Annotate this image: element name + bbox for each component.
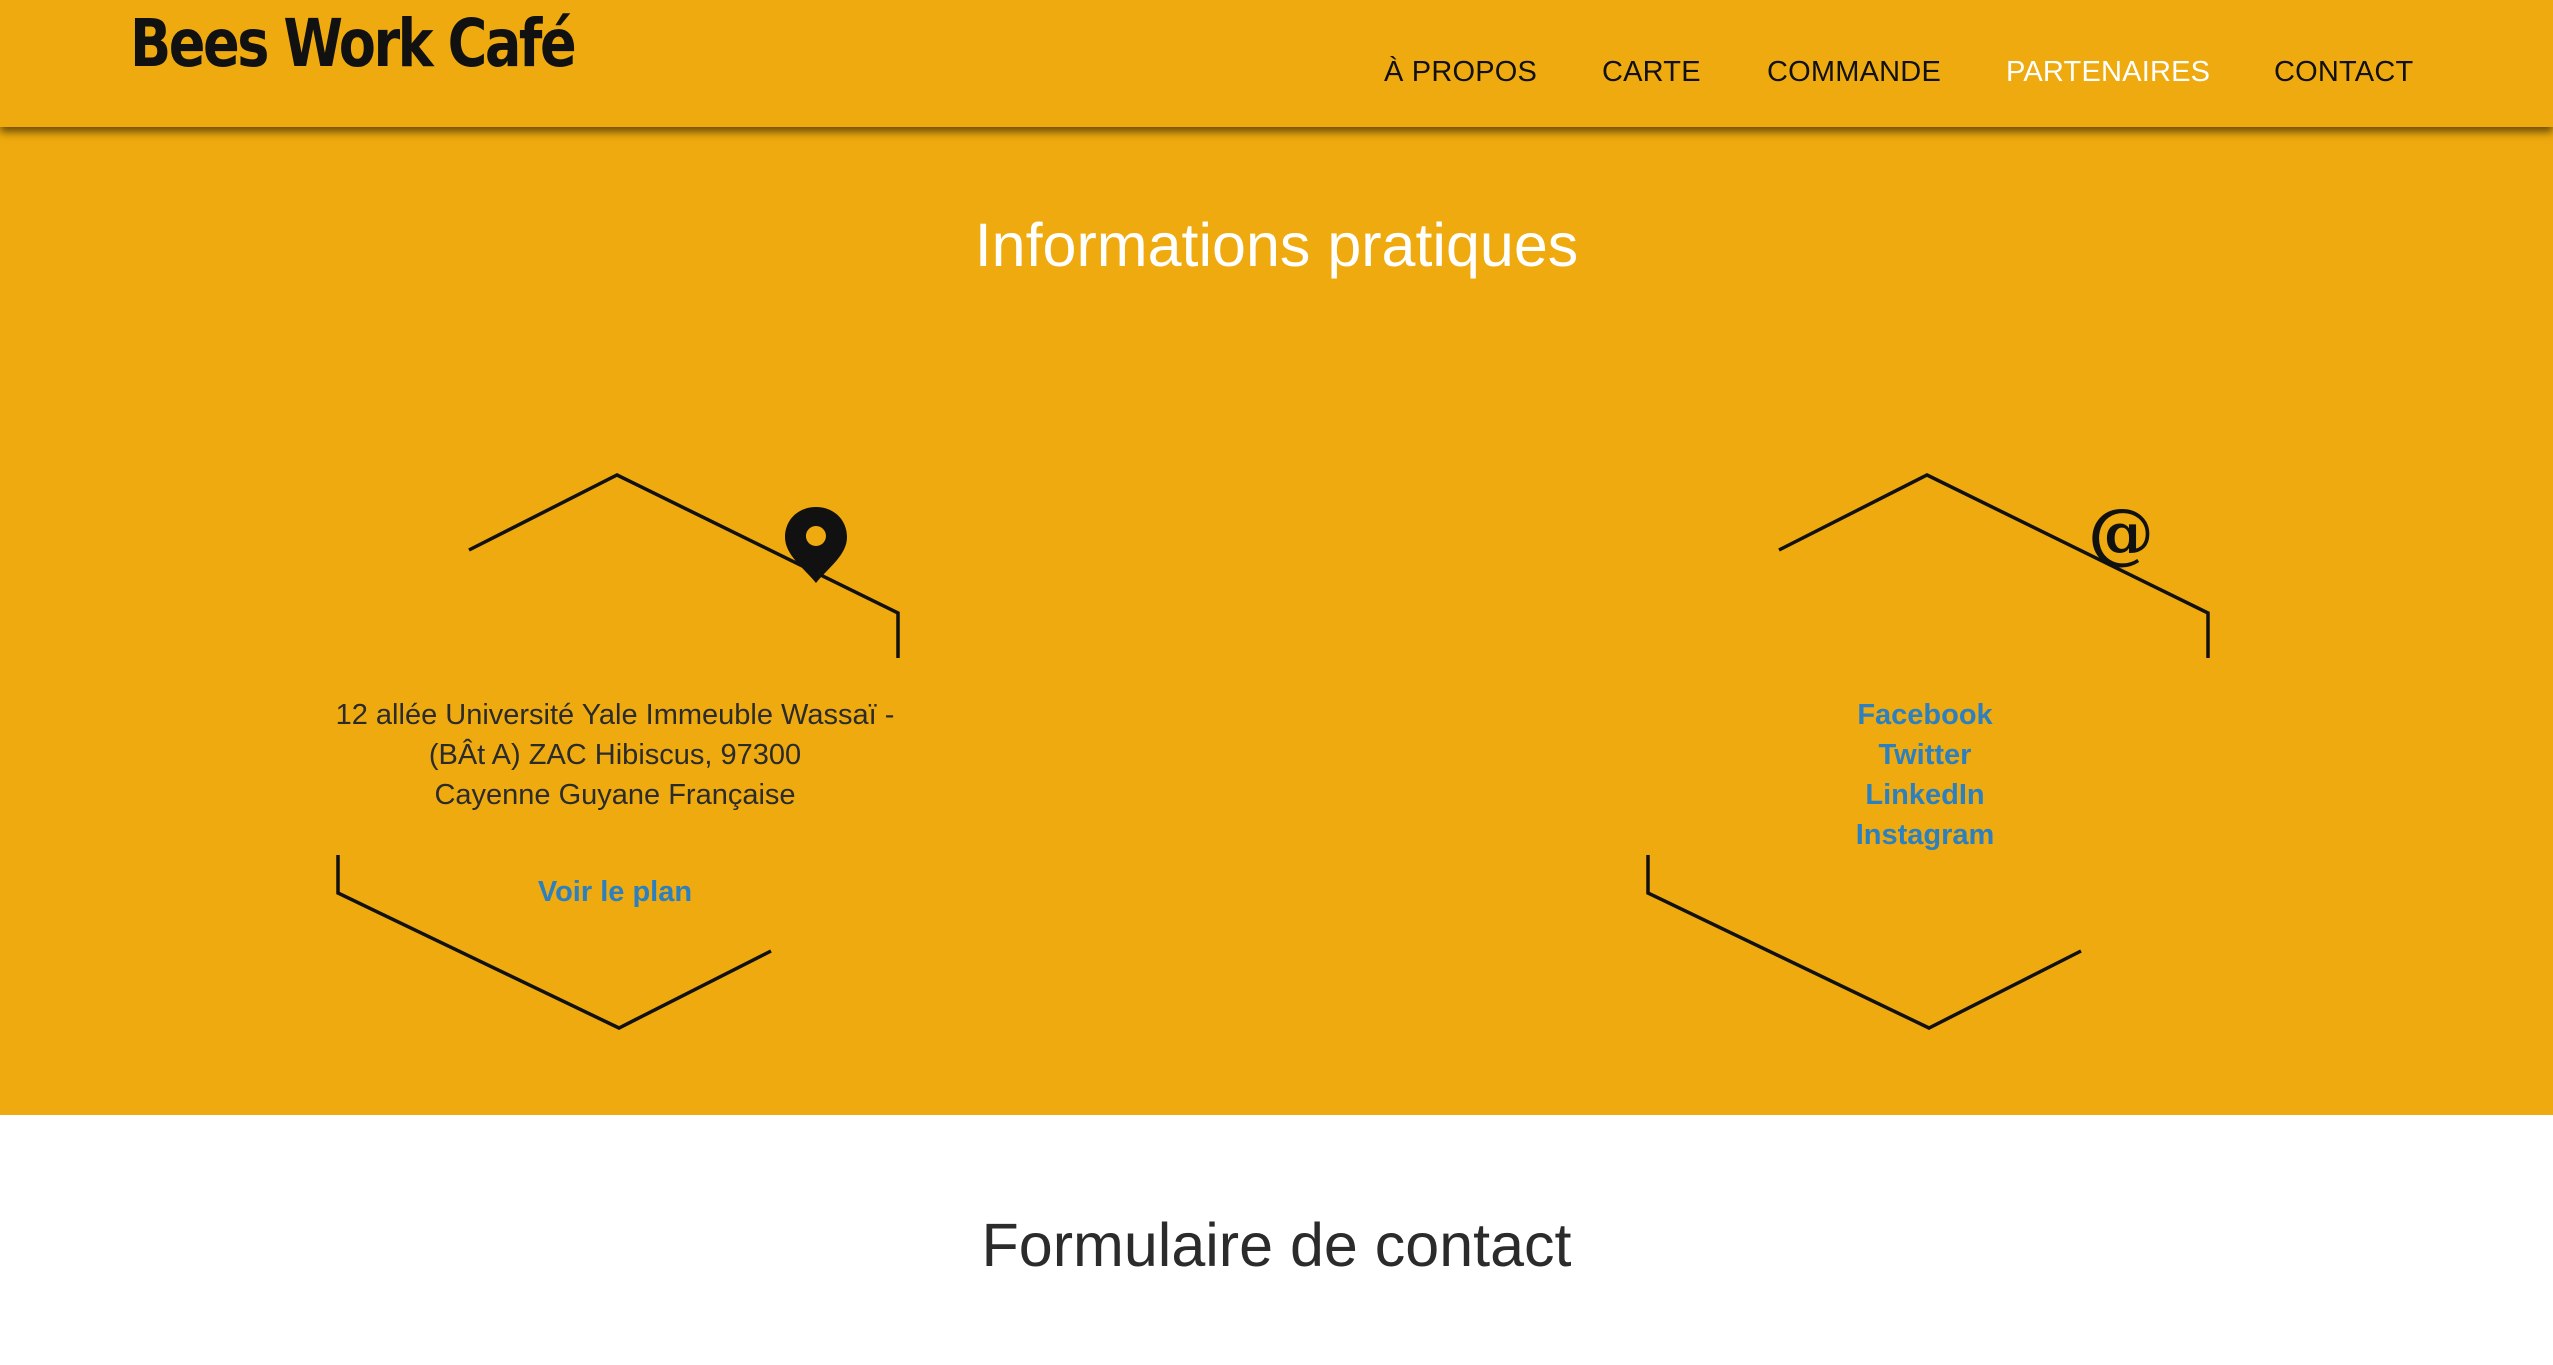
address-line: Cayenne Guyane Française: [434, 779, 796, 811]
nav-item-menu[interactable]: CARTE: [1602, 56, 1701, 89]
nav-item-order[interactable]: COMMANDE: [1767, 56, 1941, 89]
at-sign-icon: @: [2088, 494, 2154, 572]
social-hexagon-bottom: [1646, 855, 2082, 1030]
address-line: (BÂt A) ZAC Hibiscus, 97300: [428, 739, 802, 771]
twitter-link[interactable]: Twitter: [1650, 735, 2200, 775]
view-map-link[interactable]: Voir le plan: [290, 876, 940, 909]
nav-item-partners[interactable]: PARTENAIRES: [2006, 56, 2210, 89]
address-block: 12 allée Université Yale Immeuble Wassaï…: [290, 695, 940, 815]
instagram-link[interactable]: Instagram: [1650, 815, 2200, 855]
contact-form-title: Formulaire de contact: [981, 1211, 1572, 1279]
facebook-link[interactable]: Facebook: [1650, 695, 2200, 735]
social-links: Facebook Twitter LinkedIn Instagram: [1650, 695, 2200, 855]
info-section: Informations pratiques @ 12 allée Univer…: [0, 0, 2553, 1115]
page: Informations pratiques @ 12 allée Univer…: [0, 0, 2553, 1365]
nav-item-contact[interactable]: CONTACT: [2274, 56, 2413, 89]
map-pin-icon: [785, 507, 847, 583]
address-line: 12 allée Université Yale Immeuble Wassaï…: [335, 699, 895, 731]
nav-item-about[interactable]: À PROPOS: [1384, 56, 1537, 89]
navbar: Bees Work Café À PROPOS CARTE COMMANDE P…: [0, 0, 2553, 127]
info-title: Informations pratiques: [974, 211, 1579, 279]
brand-logo[interactable]: Bees Work Café: [130, 7, 577, 81]
hexagon-outlines: [336, 473, 2210, 1030]
linkedin-link[interactable]: LinkedIn: [1650, 775, 2200, 815]
